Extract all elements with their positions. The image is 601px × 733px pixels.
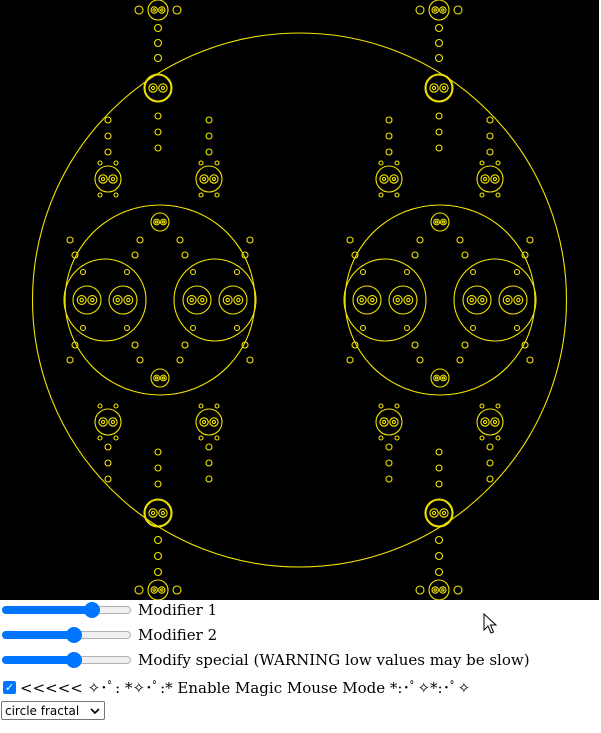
fractal-type-selected: circle fractal (5, 703, 80, 718)
mouse-pointer-icon (483, 613, 497, 634)
modifier-1-slider[interactable] (2, 602, 131, 618)
modify-special-label: Modify special (WARNING low values may b… (138, 651, 530, 669)
checkmark-icon: ✓ (4, 680, 15, 694)
fractal-type-select[interactable]: circle fractal (1, 701, 105, 720)
magic-mouse-row: ✓ <<<<< ✧･ﾟ: *✧･ﾟ:* Enable Magic Mouse M… (0, 678, 600, 697)
fractal-canvas[interactable] (0, 0, 599, 600)
modify-special-row: Modify special (WARNING low values may b… (0, 650, 600, 670)
modify-special-slider[interactable] (2, 652, 131, 668)
chevron-down-icon (90, 707, 100, 714)
modifier-2-slider[interactable] (2, 627, 131, 643)
magic-mouse-label: <<<<< ✧･ﾟ: *✧･ﾟ:* Enable Magic Mouse Mod… (20, 678, 471, 697)
modifier-2-row: Modifier 2 (0, 625, 600, 645)
modifier-1-label: Modifier 1 (138, 601, 218, 619)
magic-mouse-checkbox[interactable]: ✓ (3, 680, 16, 694)
modifier-2-label: Modifier 2 (138, 626, 218, 644)
modifier-1-row: Modifier 1 (0, 600, 600, 620)
